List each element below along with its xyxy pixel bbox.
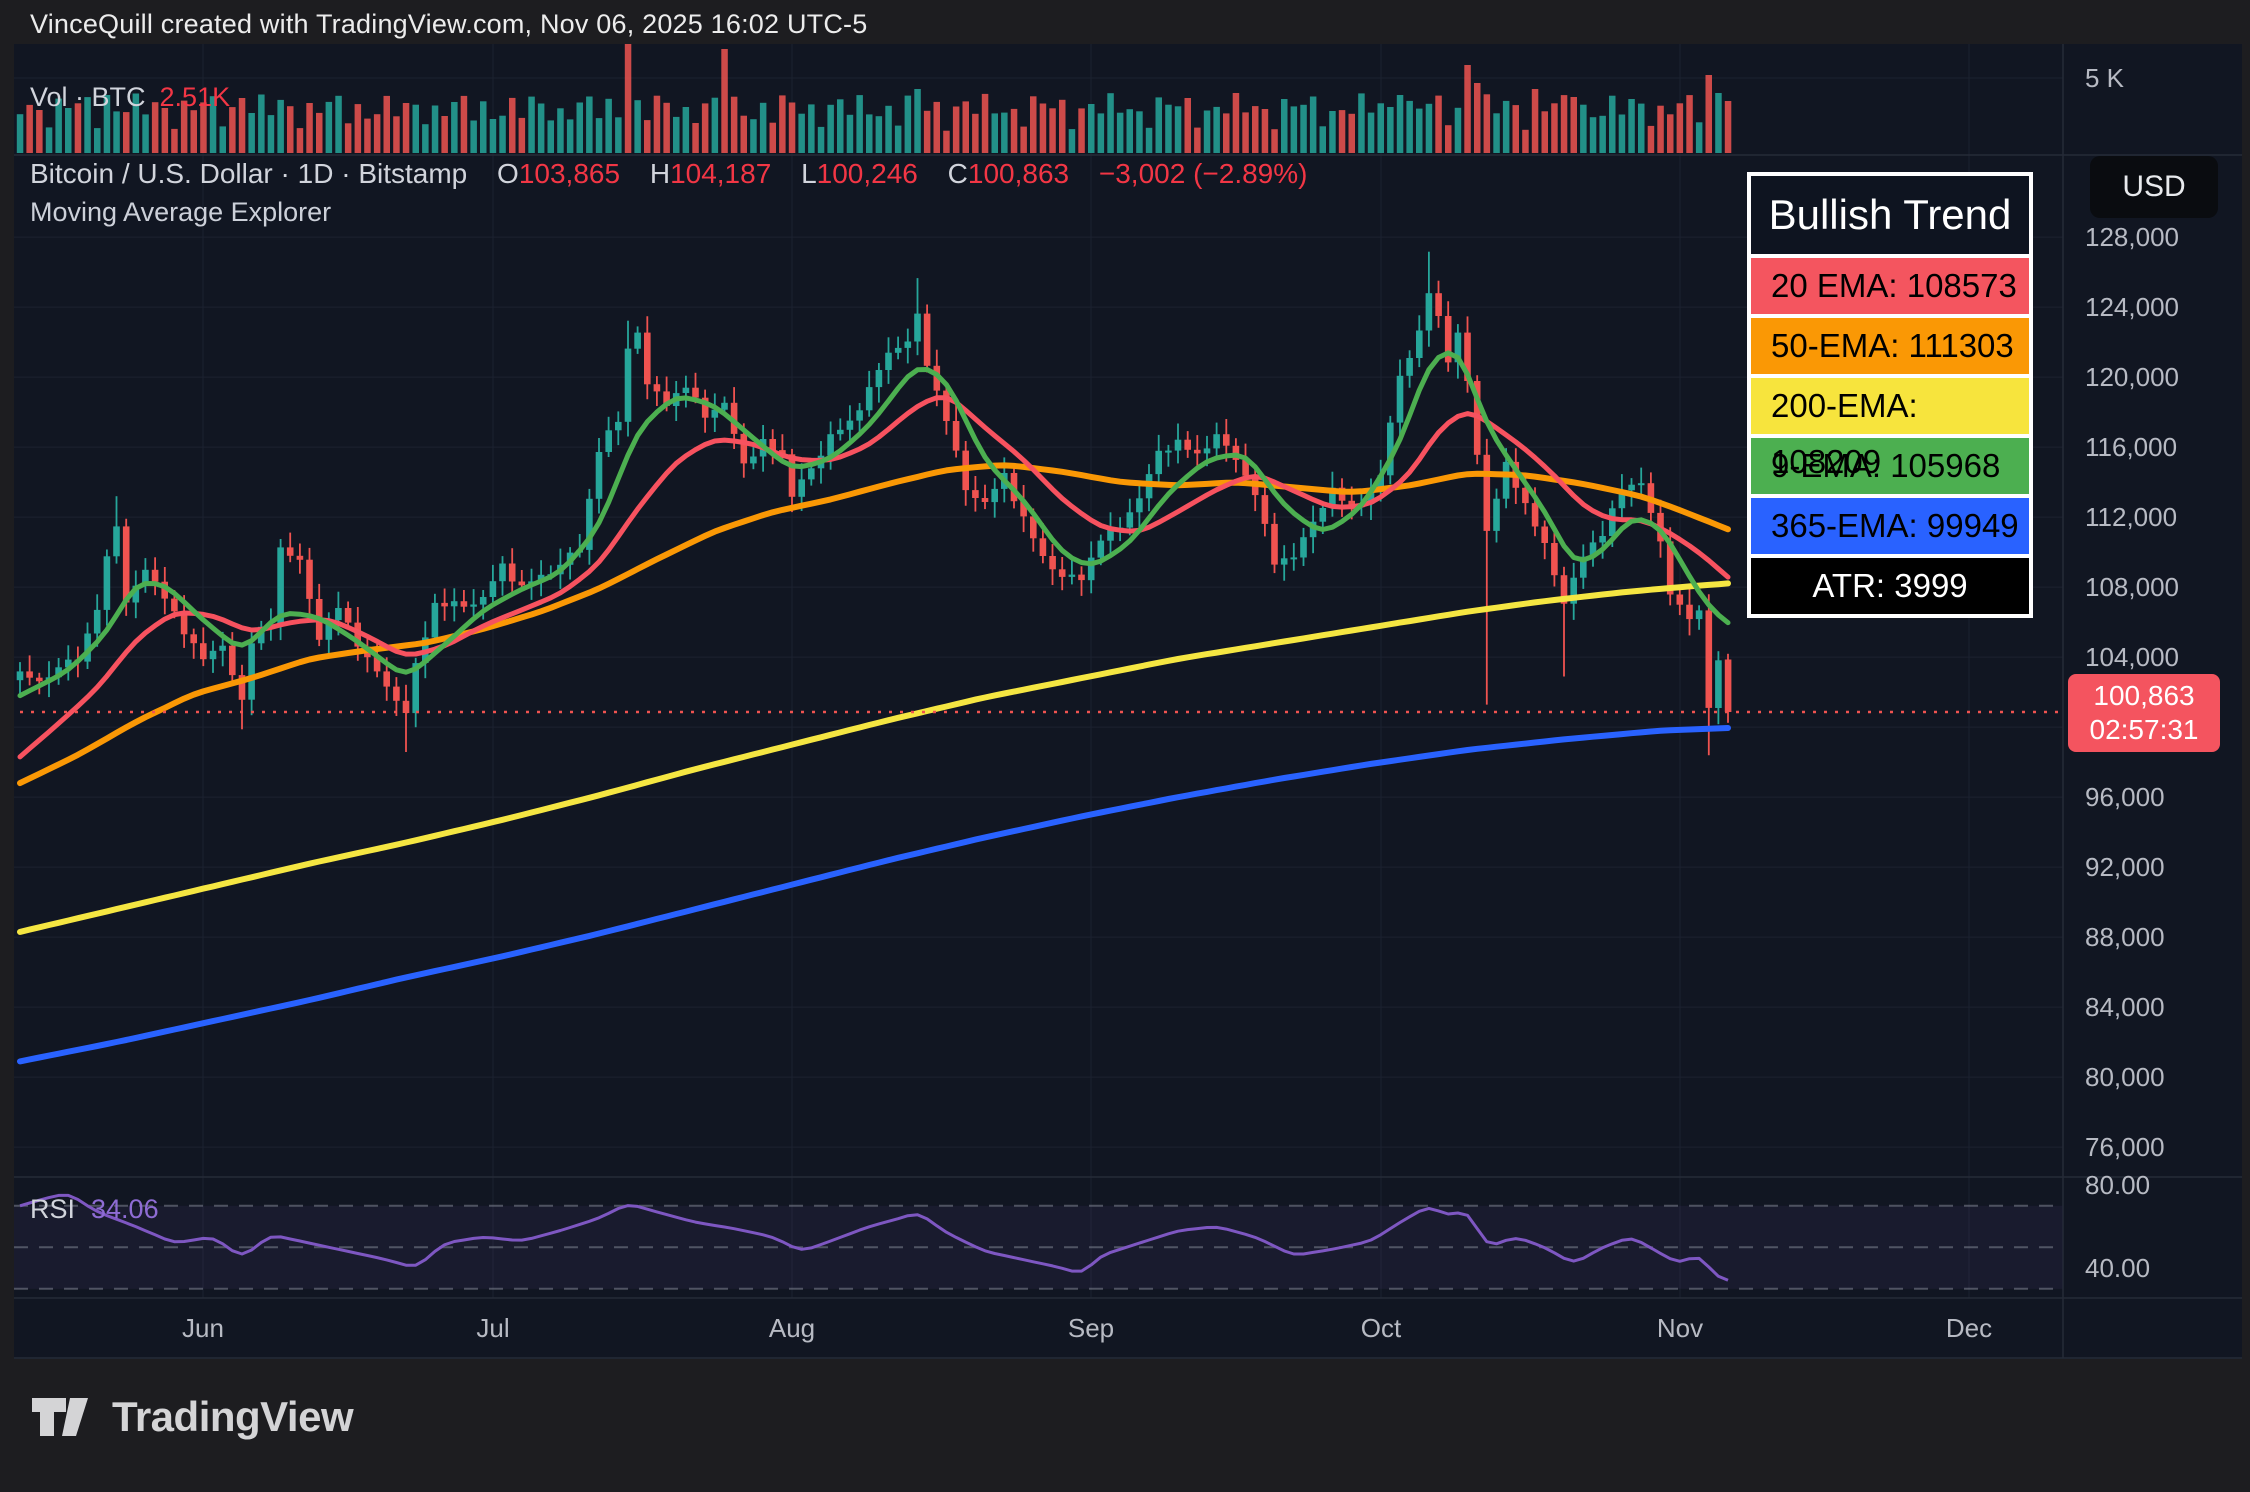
symbol-name[interactable]: Bitcoin / U.S. Dollar	[30, 158, 273, 189]
month-label-sep: Sep	[1068, 1312, 1114, 1344]
tradingview-screenshot: VinceQuill created with TradingView.com,…	[0, 0, 2250, 1492]
trend-label: Bullish Trend	[1751, 176, 2029, 254]
price-axis-label: 128,000	[2085, 222, 2179, 252]
price-axis-label: 84,000	[2085, 992, 2165, 1022]
interval-label[interactable]: 1D	[298, 158, 334, 189]
legend-row: 365-EMA: 99949	[1751, 498, 2029, 554]
legend-row: ATR: 3999	[1751, 558, 2029, 614]
low-label: L100,246	[801, 158, 918, 189]
volume-legend[interactable]: Vol · BTC 2.51K	[30, 82, 230, 113]
open-value: 103,865	[519, 158, 620, 189]
ma-legend-box: Bullish Trend 20 EMA: 10857350-EMA: 1113…	[1747, 172, 2033, 618]
price-axis-label: 92,000	[2085, 852, 2165, 882]
high-value: 104,187	[670, 158, 771, 189]
tradingview-logo[interactable]: TradingView	[30, 1392, 353, 1442]
volume-value: 2.51K	[160, 82, 231, 112]
price-axis-label: 76,000	[2085, 1132, 2165, 1162]
volume-axis-label: 5 K	[2085, 63, 2124, 93]
legend-row: 200-EMA: 108209	[1751, 378, 2029, 434]
open-label: O103,865	[497, 158, 620, 189]
high-label: H104,187	[650, 158, 771, 189]
price-axis-label: 108,000	[2085, 572, 2179, 602]
line-365-EMA	[20, 728, 1728, 1061]
month-label-jun: Jun	[182, 1312, 224, 1344]
month-label-dec: Dec	[1946, 1312, 1992, 1344]
month-label-jul: Jul	[476, 1312, 509, 1344]
price-axis-label: 116,000	[2085, 432, 2177, 462]
month-label-oct: Oct	[1361, 1312, 1401, 1344]
legend-row: 9-EMA: 105968	[1751, 438, 2029, 494]
legend-row: 50-EMA: 111303	[1751, 318, 2029, 374]
badge-price: 100,863	[2068, 679, 2220, 713]
rsi-axis-label: 40.00	[2085, 1253, 2150, 1283]
tradingview-logo-text: TradingView	[112, 1393, 353, 1441]
credit-text: VinceQuill created with TradingView.com,…	[30, 9, 867, 40]
symbol-title-row: Bitcoin / U.S. Dollar · 1D · Bitstamp O1…	[30, 158, 1307, 190]
legend-row: 20 EMA: 108573	[1751, 258, 2029, 314]
price-axis-label: 96,000	[2085, 782, 2165, 812]
line-200-EMA	[20, 583, 1728, 932]
price-axis-label: 124,000	[2085, 292, 2179, 322]
month-label-aug: Aug	[769, 1312, 815, 1344]
rsi-legend[interactable]: RSI 34.06	[30, 1194, 159, 1225]
rsi-label: RSI	[30, 1194, 75, 1224]
line-20-EMA	[20, 398, 1728, 757]
month-label-nov: Nov	[1657, 1312, 1703, 1344]
volume-label: Vol · BTC	[30, 82, 146, 112]
line-9-EMA	[20, 353, 1728, 696]
price-axis-label: 80,000	[2085, 1062, 2165, 1092]
low-value: 100,246	[817, 158, 918, 189]
change-value: −3,002 (−2.89%)	[1099, 158, 1308, 189]
exchange-label[interactable]: Bitstamp	[358, 158, 467, 189]
price-axis-label: 88,000	[2085, 922, 2165, 952]
close-label: C100,863	[948, 158, 1069, 189]
rsi-value: 34.06	[91, 1194, 159, 1224]
price-axis-label: 104,000	[2085, 642, 2179, 672]
separator: ·	[281, 158, 290, 189]
close-value: 100,863	[968, 158, 1069, 189]
indicator-name[interactable]: Moving Average Explorer	[30, 197, 331, 228]
price-axis-label: 120,000	[2085, 362, 2179, 392]
badge-countdown: 02:57:31	[2068, 713, 2220, 747]
rsi-axis-label: 80.00	[2085, 1170, 2150, 1200]
price-axis-label: 112,000	[2085, 502, 2177, 532]
separator: ·	[341, 158, 350, 189]
current-price-badge: 100,863 02:57:31	[2068, 674, 2220, 752]
currency-toggle-button[interactable]: USD	[2090, 156, 2218, 218]
tradingview-logo-icon	[30, 1392, 96, 1442]
